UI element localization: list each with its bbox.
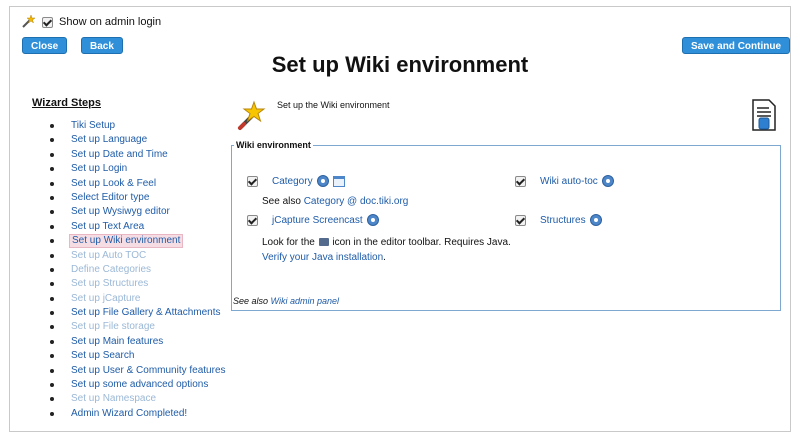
wizard-step-label[interactable]: Set up Login bbox=[69, 162, 129, 176]
wizard-step-label: Define Categories bbox=[71, 263, 152, 275]
wizard-step-label: Set up Namespace bbox=[71, 393, 157, 405]
wizard-step-label[interactable]: Set up User & Community features bbox=[69, 364, 228, 378]
look-for-text: Look for the bbox=[262, 237, 318, 248]
jcapture-toolbar-hint: Look for the icon in the editor toolbar.… bbox=[262, 237, 511, 248]
verify-java-suffix: . bbox=[383, 252, 386, 263]
bullet-icon bbox=[50, 368, 54, 373]
wizard-step-label[interactable]: Tiki Setup bbox=[69, 119, 117, 133]
bullet-icon bbox=[50, 339, 54, 344]
wizard-step-label[interactable]: Set up Main features bbox=[69, 335, 165, 349]
see-also-text: See also bbox=[262, 196, 304, 207]
wiki-admin-panel-link[interactable]: Wiki admin panel bbox=[271, 296, 339, 306]
jcapture-toolbar-icon bbox=[318, 238, 329, 246]
wizard-step-label[interactable]: Set up Date and Time bbox=[69, 148, 170, 162]
magic-wand-icon bbox=[238, 100, 266, 130]
show-admin-login-label: Show on admin login bbox=[59, 16, 162, 28]
wizard-step-label[interactable]: Set up Text Area bbox=[69, 220, 146, 234]
help-icon[interactable] bbox=[316, 175, 329, 187]
wizard-step-label[interactable]: Set up Search bbox=[69, 349, 136, 363]
wizard-step-label[interactable]: Set up Wiki environment bbox=[69, 234, 184, 249]
category-doc-link[interactable]: Category @ doc.tiki.org bbox=[304, 196, 409, 207]
bullet-icon bbox=[50, 253, 54, 258]
help-icon[interactable] bbox=[366, 214, 379, 226]
wizard-step-label[interactable]: Admin Wizard Completed! bbox=[69, 407, 189, 421]
verify-java-link[interactable]: Verify your Java installation bbox=[262, 252, 383, 263]
see-also-admin-text: See also bbox=[233, 296, 271, 306]
structures-option: Structures bbox=[515, 214, 602, 226]
structures-label[interactable]: Structures bbox=[540, 215, 586, 226]
wizard-step-label[interactable]: Select Editor type bbox=[69, 191, 151, 205]
help-icon[interactable] bbox=[601, 175, 614, 187]
wizard-steps-heading: Wizard Steps bbox=[32, 97, 101, 109]
bullet-icon bbox=[50, 224, 54, 229]
magic-wand-icon bbox=[22, 14, 36, 28]
wizard-step-label: Set up Auto TOC bbox=[71, 249, 147, 261]
wizard-step-label[interactable]: Set up Wysiwyg editor bbox=[69, 205, 172, 219]
bullet-icon bbox=[50, 267, 54, 272]
help-icon[interactable] bbox=[589, 214, 602, 226]
jcapture-option: jCapture Screencast bbox=[247, 214, 379, 226]
show-admin-login-checkbox[interactable] bbox=[42, 16, 53, 28]
structures-checkbox[interactable] bbox=[515, 214, 526, 226]
verify-java-line: Verify your Java installation. bbox=[262, 252, 386, 263]
intro-text: Set up the Wiki environment bbox=[277, 100, 390, 110]
wizard-step-label[interactable]: Set up some advanced options bbox=[69, 378, 210, 392]
requires-java-text: icon in the editor toolbar. Requires Jav… bbox=[329, 237, 511, 248]
bullet-icon bbox=[50, 296, 54, 301]
category-checkbox[interactable] bbox=[247, 175, 258, 187]
category-see-also: See also Category @ doc.tiki.org bbox=[262, 196, 408, 207]
jcapture-checkbox[interactable] bbox=[247, 214, 258, 226]
category-label[interactable]: Category bbox=[272, 176, 313, 187]
wizard-step-label[interactable]: Set up Language bbox=[69, 133, 149, 147]
wizard-step-label: Set up File storage bbox=[71, 321, 155, 333]
calendar-icon[interactable] bbox=[332, 175, 345, 187]
see-also-admin: See also Wiki admin panel bbox=[233, 296, 339, 306]
wizard-step-label[interactable]: Set up File Gallery & Attachments bbox=[69, 306, 223, 320]
wizard-step-label: Set up jCapture bbox=[71, 292, 141, 304]
jcapture-label[interactable]: jCapture Screencast bbox=[272, 215, 363, 226]
wiki-autotoc-checkbox[interactable] bbox=[515, 175, 526, 187]
wizard-step-label[interactable]: Set up Look & Feel bbox=[69, 177, 158, 191]
bullet-icon bbox=[50, 152, 54, 157]
admin-login-toggle: Show on admin login bbox=[20, 14, 161, 30]
wiki-environment-legend: Wiki environment bbox=[236, 140, 311, 150]
wizard-step-label: Set up Structures bbox=[71, 278, 149, 290]
bullet-icon bbox=[50, 411, 54, 416]
bullet-icon bbox=[50, 124, 54, 128]
wiki-autotoc-label[interactable]: Wiki auto-toc bbox=[540, 176, 598, 187]
wiki-autotoc-option: Wiki auto-toc bbox=[515, 175, 614, 187]
bullet-icon bbox=[50, 383, 54, 388]
document-icon[interactable] bbox=[751, 99, 777, 131]
category-option: Category bbox=[247, 175, 345, 187]
page-title: Set up Wiki environment bbox=[271, 52, 529, 77]
bullet-icon bbox=[50, 195, 54, 200]
bullet-icon bbox=[50, 181, 54, 186]
